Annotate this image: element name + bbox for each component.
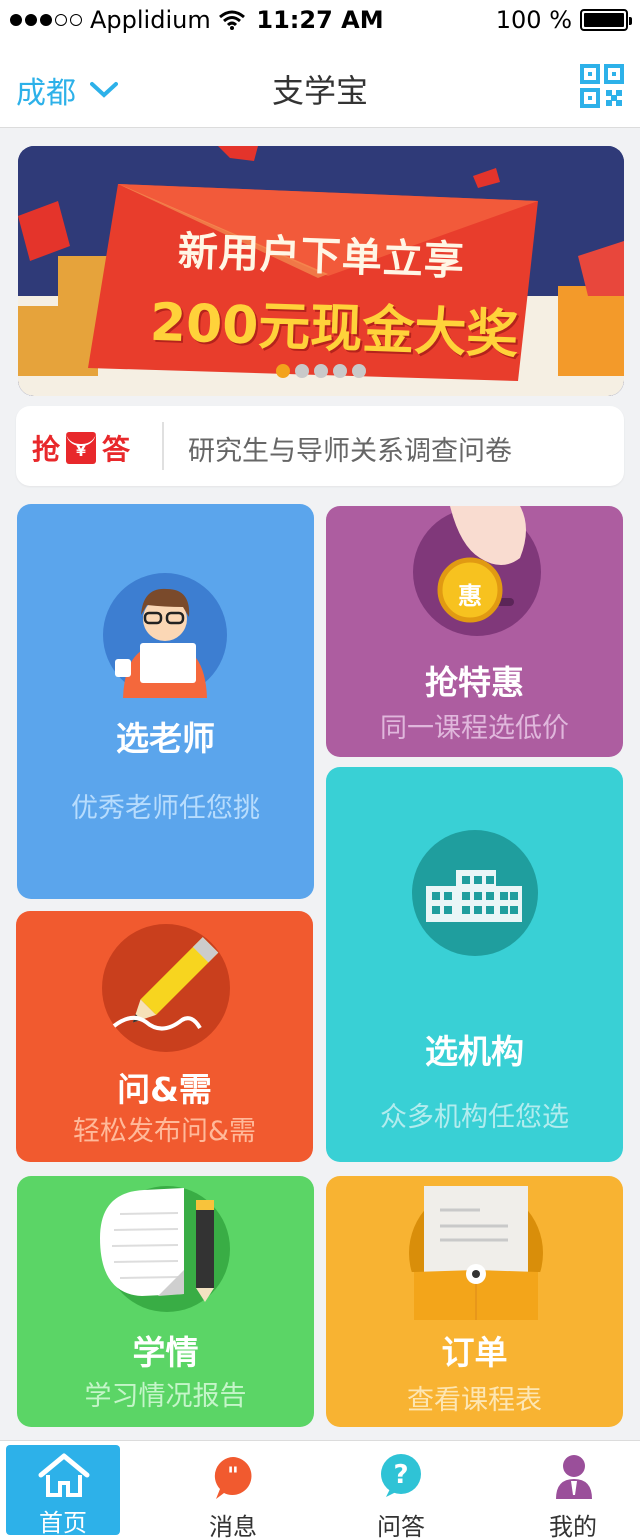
- tile-title: 选机构: [425, 1032, 524, 1071]
- navigation-bar: 成都 支学宝: [0, 40, 640, 128]
- tab-bar: 首页 " 消息 ? 问答 我的: [0, 1440, 640, 1540]
- tile-title: 订单: [441, 1333, 508, 1372]
- tile-title: 选老师: [116, 719, 215, 758]
- tab-label: 我的: [549, 1513, 597, 1540]
- grab-discount-tile[interactable]: 惠 抢特惠 同一课程选低价: [326, 506, 623, 757]
- pager-dot[interactable]: [352, 364, 366, 378]
- banner-headline: 新用户下单立享: [177, 228, 466, 285]
- tile-subtitle: 优秀老师任您挑: [71, 793, 260, 824]
- tab-mine[interactable]: 我的: [516, 1441, 630, 1540]
- tab-label: 消息: [209, 1513, 257, 1540]
- battery-icon: [580, 9, 632, 31]
- notebook-icon: [100, 1186, 230, 1312]
- envelope-icon: [408, 1186, 544, 1320]
- choose-organization-tile[interactable]: 选机构 众多机构任您选: [326, 767, 623, 1162]
- grab-answer-badge: 抢 ¥ 答: [32, 428, 130, 468]
- red-envelope-icon: ¥: [66, 432, 97, 464]
- tile-subtitle: 轻松发布问&需: [72, 1116, 257, 1147]
- announcement-bar[interactable]: 抢 ¥ 答 研究生与导师关系调查问卷: [16, 406, 624, 486]
- pager-dot[interactable]: [295, 364, 309, 378]
- coin-hand-icon: [413, 506, 541, 636]
- tile-subtitle: 查看课程表: [407, 1385, 542, 1416]
- question-demand-tile[interactable]: 问&需 轻松发布问&需: [16, 911, 313, 1162]
- tab-messages[interactable]: " 消息: [176, 1441, 290, 1540]
- status-bar: Applidium 11:27 AM 100 %: [0, 0, 640, 40]
- tile-subtitle: 众多机构任您选: [380, 1102, 569, 1133]
- banner-prize: 200元现金大奖: [148, 292, 520, 366]
- page-title: 支学宝: [271, 72, 368, 110]
- pager-dot[interactable]: [333, 364, 347, 378]
- badge-left-char: 抢: [32, 433, 61, 466]
- promo-banner[interactable]: 新用户下单立享 200元现金大奖: [18, 146, 624, 396]
- tab-qa[interactable]: ? 问答: [344, 1441, 458, 1540]
- orders-tile[interactable]: 订单 查看课程表: [326, 1176, 623, 1427]
- question-icon: ?: [381, 1454, 421, 1497]
- study-report-tile[interactable]: 学情 学习情况报告: [17, 1176, 314, 1427]
- banner-pagination[interactable]: [276, 364, 366, 378]
- svg-text:?: ?: [393, 1460, 408, 1490]
- pager-dot[interactable]: [276, 364, 290, 378]
- tile-title: 问&需: [117, 1070, 212, 1109]
- svg-text:": ": [227, 1464, 238, 1489]
- coin-label: 惠: [458, 582, 482, 610]
- announcement-text[interactable]: 研究生与导师关系调查问卷: [188, 429, 512, 468]
- divider: [162, 422, 164, 470]
- choose-teacher-tile[interactable]: 选老师 优秀老师任您挑: [17, 504, 314, 899]
- pager-dot[interactable]: [314, 364, 328, 378]
- message-quote-icon: ": [214, 1457, 252, 1499]
- pencil-icon: [102, 924, 230, 1052]
- user-profile-icon: [556, 1455, 592, 1499]
- tile-subtitle: 学习情况报告: [84, 1381, 247, 1412]
- tab-label: 问答: [377, 1513, 425, 1540]
- tab-home[interactable]: 首页: [6, 1445, 120, 1537]
- home-icon: [38, 1453, 90, 1497]
- tile-subtitle: 同一课程选低价: [380, 713, 569, 744]
- tile-title: 抢特惠: [425, 663, 524, 702]
- tab-label: 首页: [39, 1509, 87, 1537]
- building-icon: [412, 830, 538, 956]
- badge-right-char: 答: [102, 433, 131, 466]
- qr-code-icon[interactable]: [580, 64, 624, 108]
- teacher-icon: [103, 573, 227, 698]
- yuan-symbol: ¥: [76, 444, 86, 460]
- tile-title: 学情: [132, 1333, 199, 1372]
- battery-percent: 100 %: [495, 6, 572, 34]
